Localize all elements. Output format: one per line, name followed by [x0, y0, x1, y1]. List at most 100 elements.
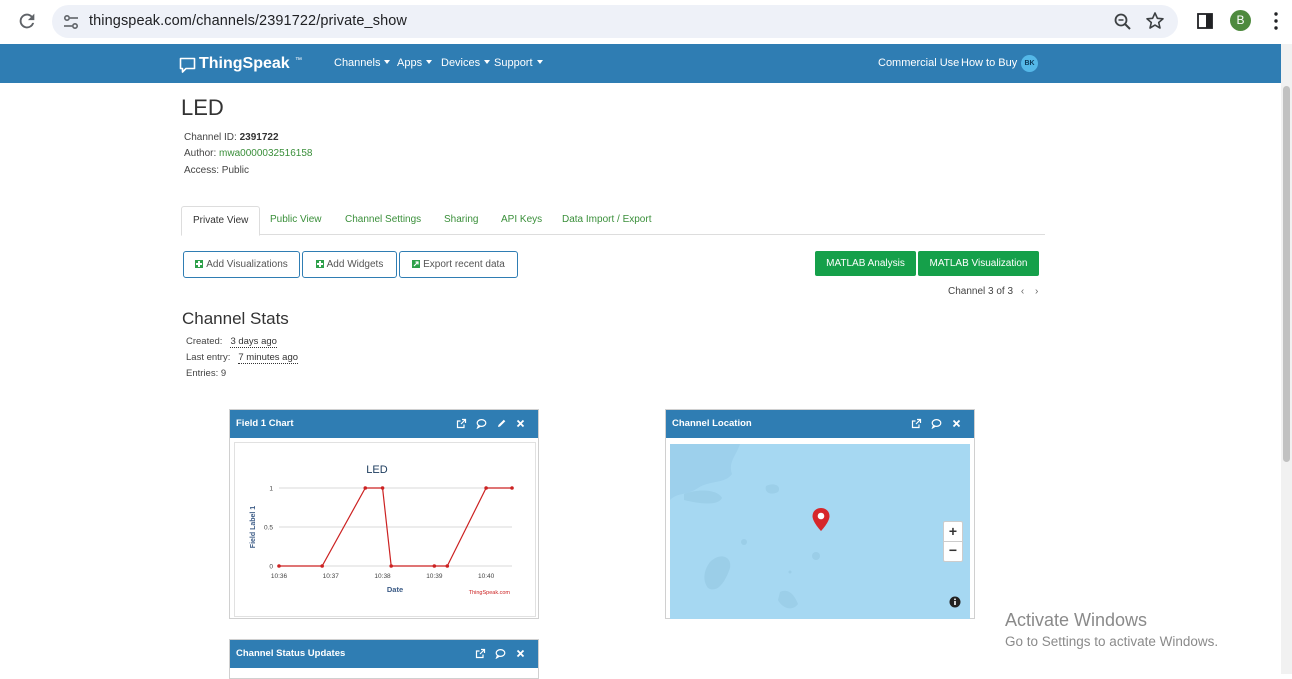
chat-bubble-logo-icon — [179, 57, 196, 73]
side-panel-icon[interactable] — [1196, 12, 1214, 30]
data-point — [510, 486, 514, 490]
access-label: Access: — [184, 165, 222, 176]
author-row: Author: mwa0000032516158 — [184, 148, 312, 159]
bookmark-star-icon[interactable] — [1145, 11, 1165, 31]
zoom-in-button[interactable]: + — [944, 522, 962, 542]
data-point — [320, 564, 324, 568]
scrollbar-thumb[interactable] — [1283, 86, 1290, 462]
channel-id-label: Channel ID: — [184, 132, 240, 143]
add-visualizations-button[interactable]: Add Visualizations — [183, 251, 300, 278]
stat-last-entry-label: Last entry: — [186, 352, 231, 363]
zoom-control: + − — [943, 521, 963, 562]
matlab-analysis-button[interactable]: MATLAB Analysis — [815, 251, 916, 276]
chart-credit: ThingSpeak.com — [469, 590, 511, 596]
export-recent-label: Export recent data — [423, 259, 505, 270]
nav-commercial-use[interactable]: Commercial Use — [878, 57, 959, 69]
nav-apps-label: Apps — [397, 57, 423, 69]
widget-header: Channel Status Updates — [230, 640, 538, 668]
tab-public-view[interactable]: Public View — [270, 206, 322, 235]
site-navbar: ThingSpeak ™ Channels Apps Devices Suppo… — [0, 44, 1281, 83]
plus-square-icon — [195, 260, 204, 268]
caret-down-icon — [384, 60, 391, 64]
open-external-icon[interactable] — [475, 648, 486, 659]
x-axis-label: Date — [387, 585, 403, 594]
watermark-line2: Go to Settings to activate Windows. — [1005, 634, 1219, 649]
open-external-icon[interactable] — [911, 418, 922, 429]
address-bar[interactable]: thingspeak.com/channels/2391722/private_… — [52, 5, 1178, 38]
nav-support[interactable]: Support — [494, 57, 543, 69]
channel-stats-title: Channel Stats — [182, 309, 289, 328]
caret-down-icon — [536, 60, 543, 64]
nav-apps[interactable]: Apps — [397, 57, 433, 69]
pencil-icon[interactable] — [496, 418, 507, 429]
location-map[interactable]: + − — [670, 444, 970, 619]
browser-toolbar: thingspeak.com/channels/2391722/private_… — [0, 0, 1292, 44]
chevron-right-icon[interactable]: › — [1035, 286, 1038, 297]
more-menu-icon[interactable] — [1268, 11, 1284, 31]
line-chart: LED 0 0.5 1 10:36 10:37 10:38 10:39 10:40 Date Fie… — [250, 464, 514, 596]
stat-created-label: Created: — [186, 336, 223, 347]
tab-data-import-export[interactable]: Data Import / Export — [562, 206, 651, 235]
comment-icon[interactable] — [931, 418, 942, 429]
y-tick-label: 0 — [269, 564, 273, 571]
y-tick-label: 0.5 — [264, 525, 273, 532]
field1-chart-widget: Field 1 Chart LED 0 0.5 1 10:36 10:37 10:38 10:… — [229, 409, 539, 619]
data-point — [380, 486, 385, 490]
stat-entries: Entries: 9 — [186, 368, 226, 379]
matlab-visualization-button[interactable]: MATLAB Visualization — [918, 251, 1039, 276]
brand-name: ThingSpeak — [199, 55, 290, 72]
zoom-icon[interactable] — [1113, 12, 1133, 32]
y-axis-label: Field Label 1 — [250, 506, 257, 549]
site-info-icon[interactable] — [62, 13, 80, 31]
widget-title: Channel Status Updates — [236, 648, 346, 659]
widget-title: Channel Location — [672, 418, 752, 429]
x-tick-label: 10:39 — [426, 573, 443, 580]
tab-private-view[interactable]: Private View — [181, 206, 261, 236]
x-tick-label: 10:38 — [374, 573, 391, 580]
data-point — [432, 564, 437, 568]
nav-devices[interactable]: Devices — [441, 57, 491, 69]
close-icon[interactable] — [515, 418, 526, 429]
nav-how-to-buy[interactable]: How to Buy — [961, 57, 1017, 69]
page-scrollbar[interactable] — [1281, 44, 1292, 674]
comment-icon[interactable] — [476, 418, 487, 429]
channel-title: LED — [181, 95, 224, 120]
close-icon[interactable] — [951, 418, 962, 429]
access-row: Access: Public — [184, 165, 249, 176]
brand-trademark: ™ — [295, 57, 302, 64]
channel-location-widget: Channel Location + − — [665, 409, 975, 619]
stat-created: Created: 3 days ago — [186, 336, 277, 348]
nav-channels[interactable]: Channels — [334, 57, 391, 69]
comment-icon[interactable] — [495, 648, 506, 659]
tab-sharing[interactable]: Sharing — [444, 206, 478, 235]
caret-down-icon — [484, 60, 491, 64]
data-point — [484, 486, 488, 490]
info-icon[interactable] — [949, 596, 961, 608]
author-label: Author: — [184, 148, 220, 159]
channel-id-row: Channel ID: 2391722 — [184, 132, 279, 143]
x-tick-label: 10:37 — [323, 573, 340, 580]
add-widgets-button[interactable]: Add Widgets — [302, 251, 397, 278]
channel-id-value: 2391722 — [239, 132, 279, 143]
author-link[interactable]: mwa0000032516158 — [219, 148, 312, 159]
export-recent-data-button[interactable]: Export recent data — [399, 251, 518, 278]
data-point — [389, 564, 393, 568]
url-text[interactable]: thingspeak.com/channels/2391722/private_… — [89, 13, 407, 29]
tab-channel-settings[interactable]: Channel Settings — [345, 206, 421, 235]
data-point — [277, 564, 281, 568]
tab-api-keys[interactable]: API Keys — [501, 206, 542, 235]
stat-entries-value: 9 — [220, 368, 227, 379]
zoom-out-button[interactable]: − — [944, 542, 962, 561]
nav-channels-label: Channels — [334, 57, 381, 69]
nav-support-label: Support — [494, 57, 533, 69]
open-external-icon[interactable] — [456, 418, 467, 429]
location-pin-icon[interactable] — [811, 507, 831, 533]
nav-devices-label: Devices — [441, 57, 481, 69]
close-icon[interactable] — [515, 648, 526, 659]
user-avatar[interactable]: BK — [1021, 55, 1038, 72]
reload-icon[interactable] — [16, 10, 38, 32]
widget-header: Channel Location — [666, 410, 974, 438]
stat-last-entry: Last entry: 7 minutes ago — [186, 352, 299, 364]
chevron-left-icon[interactable]: ‹ — [1021, 286, 1024, 297]
profile-avatar[interactable]: B — [1230, 10, 1251, 31]
